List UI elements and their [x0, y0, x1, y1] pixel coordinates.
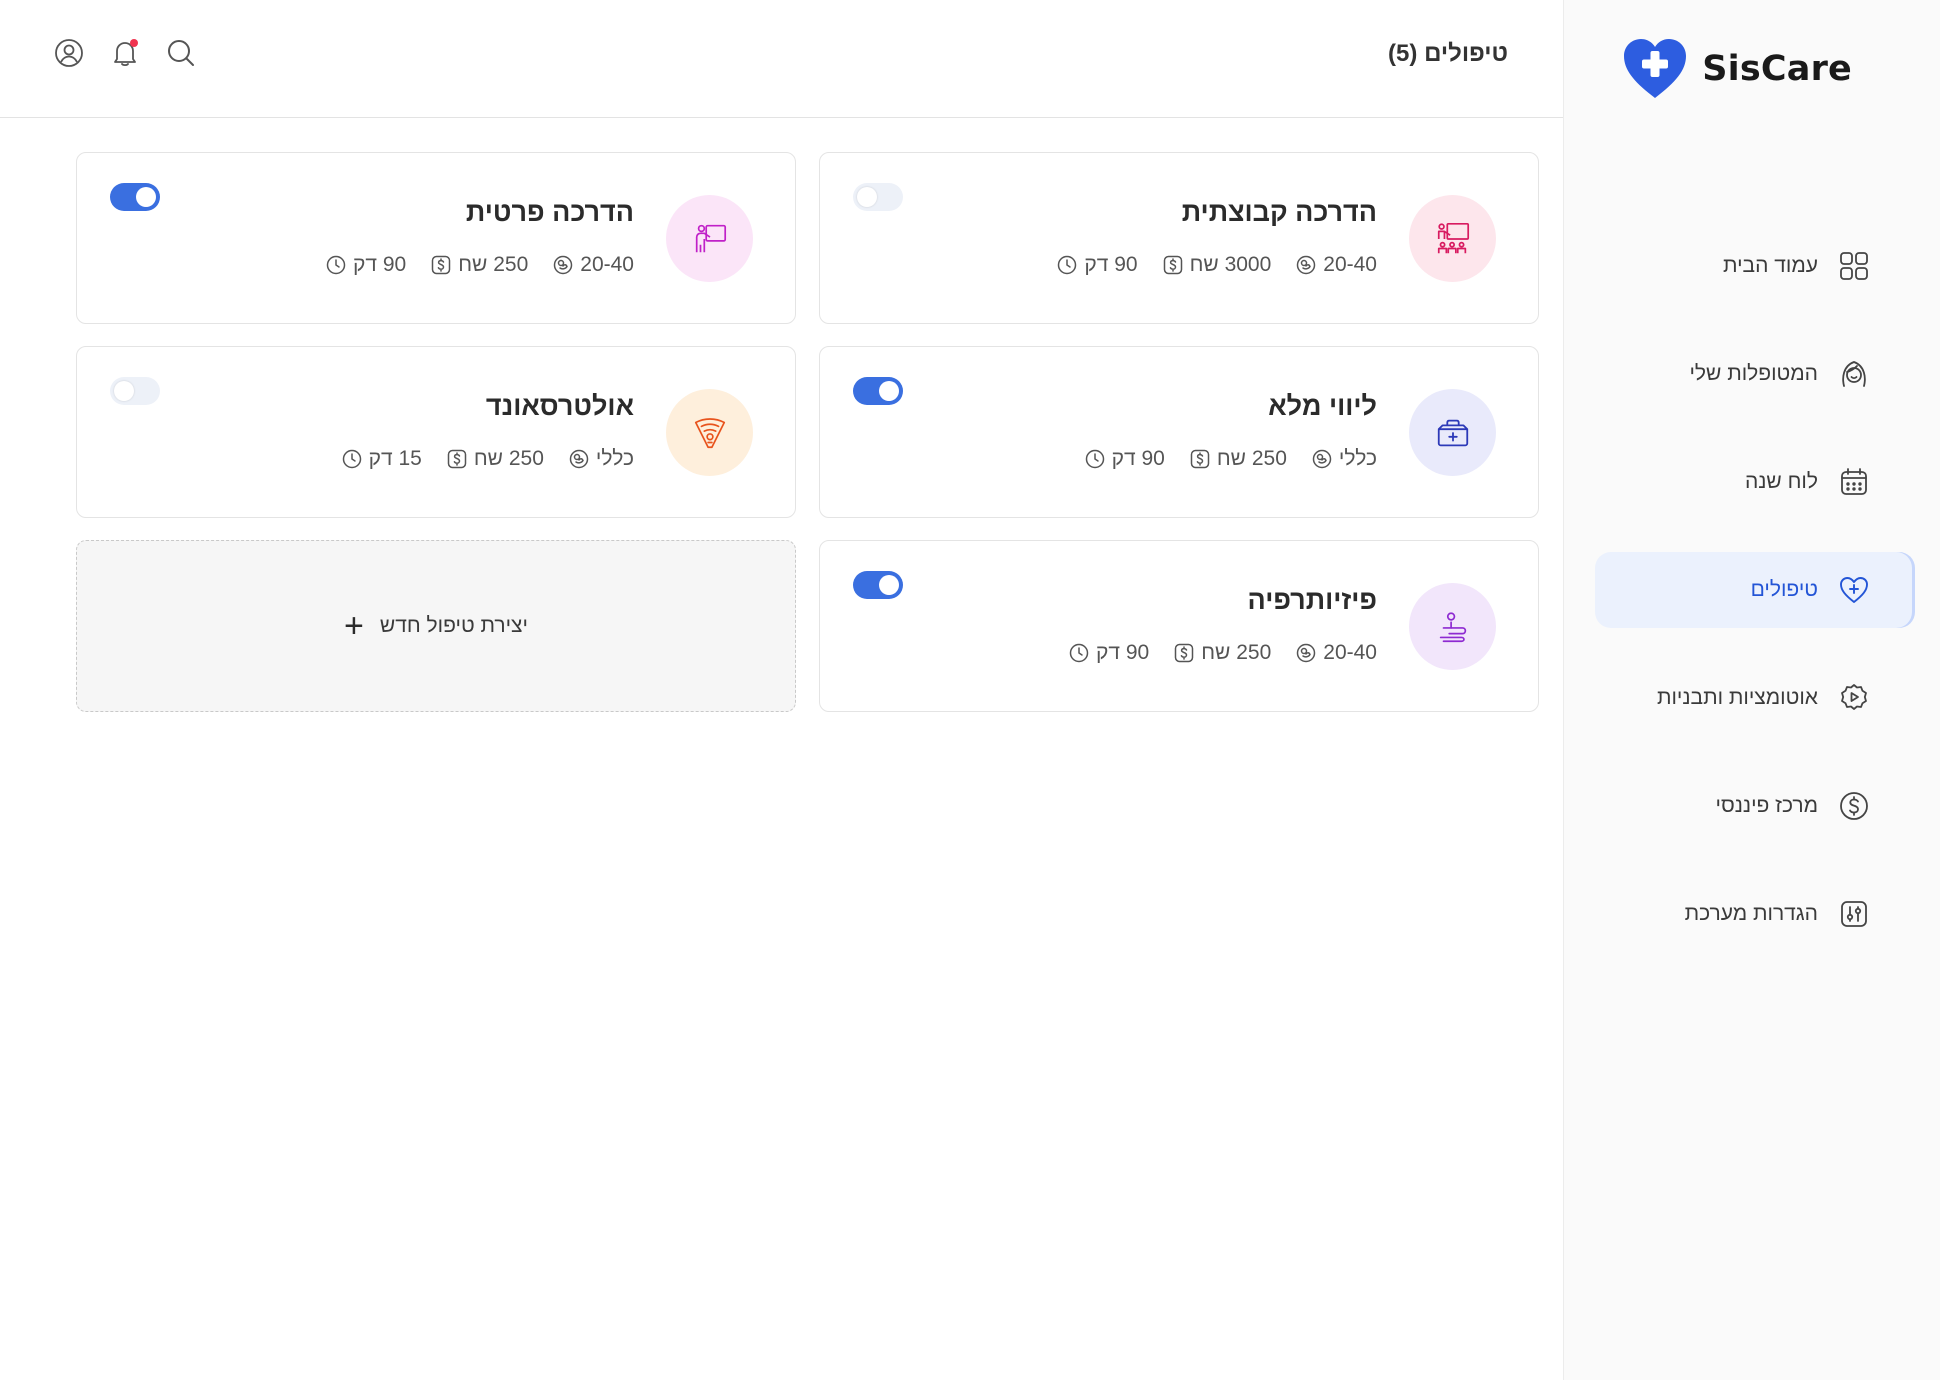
baby-icon	[1297, 255, 1316, 275]
price: 250 שח	[1173, 641, 1271, 665]
dollar-square-icon	[447, 449, 467, 469]
treatment-toggle[interactable]	[853, 377, 903, 405]
create-treatment-button[interactable]: + יצירת טיפול חדש	[76, 540, 796, 712]
search-button[interactable]	[164, 36, 198, 70]
pregnancy-week: 20-40	[1295, 253, 1377, 277]
clock-icon	[1069, 643, 1089, 663]
sidebar-item-label: עמוד הבית	[1723, 254, 1818, 277]
treatment-meta: 90 דק 3000 שח 20-40	[1056, 253, 1377, 277]
sidebar-item-patients[interactable]: המטופלות שלי	[1595, 336, 1912, 412]
treatment-card-ultrasound[interactable]: אולטרסאונד 15 דק 250 שח כללי	[76, 346, 796, 518]
treatment-icon-badge	[1409, 389, 1496, 476]
sidebar-item-label: המטופלות שלי	[1689, 362, 1818, 385]
notifications-button[interactable]	[108, 36, 142, 70]
treatment-toggle[interactable]	[853, 183, 903, 211]
treatment-title: ליווי מלא	[1268, 391, 1377, 421]
treatment-meta: 90 דק 250 שח כללי	[1084, 447, 1377, 471]
sidebar-item-label: הגדרות מערכת	[1684, 902, 1818, 925]
dollar-square-icon	[1174, 643, 1194, 663]
app-root: SisCare עמוד הבית המטופלות שלי לוח שנה ט…	[0, 0, 1940, 1380]
sidebar-item-label: מרכז פיננסי	[1715, 794, 1819, 817]
notification-dot	[130, 39, 138, 47]
medical-kit-icon	[1437, 419, 1468, 446]
treatment-title: הדרכה פרטית	[465, 197, 634, 227]
dollar-circle-icon	[1840, 792, 1868, 820]
sidebar-item-settings[interactable]: הגדרות מערכת	[1595, 876, 1912, 952]
treatment-meta: 15 דק 250 שח כללי	[341, 447, 634, 471]
baby-icon	[569, 449, 589, 469]
sidebar-item-home[interactable]: עמוד הבית	[1595, 228, 1912, 304]
sidebar-nav: עמוד הבית המטופלות שלי לוח שנה טיפולים א…	[1563, 228, 1940, 984]
pregnancy-week: 20-40	[552, 253, 634, 277]
sidebar-item-treatments[interactable]: טיפולים	[1595, 552, 1912, 628]
treatment-icon-badge	[666, 195, 753, 282]
plus-icon: +	[344, 607, 364, 645]
settings-sliders-icon	[1841, 901, 1867, 927]
treatment-toggle[interactable]	[110, 183, 160, 211]
sidebar-item-automations[interactable]: אוטומציות ותבניות	[1595, 660, 1912, 736]
duration: 90 דק	[1068, 641, 1149, 665]
treatment-meta: 90 דק 250 שח 20-40	[1068, 641, 1377, 665]
clock-icon	[326, 255, 346, 275]
treatment-toggle[interactable]	[110, 377, 160, 405]
treatment-card-group-training[interactable]: הדרכה קבוצתית 90 דק 3000 שח 20-40	[819, 152, 1539, 324]
automation-icon	[1841, 684, 1867, 710]
sidebar-item-label: אוטומציות ותבניות	[1656, 686, 1818, 709]
app-name: SisCare	[1702, 49, 1852, 89]
duration: 90 דק	[325, 253, 406, 277]
treatment-title: פיזיותרפיה	[1247, 585, 1378, 615]
duration: 90 דק	[1084, 447, 1165, 471]
treatment-card-private-training[interactable]: הדרכה פרטית 90 דק 250 שח 20-40	[76, 152, 796, 324]
baby-icon	[554, 255, 573, 275]
baby-icon	[1297, 643, 1316, 663]
physiotherapy-icon	[1439, 611, 1466, 642]
price: 250 שח	[446, 447, 544, 471]
treatment-meta: 90 דק 250 שח 20-40	[325, 253, 634, 277]
sidebar-item-calendar[interactable]: לוח שנה	[1595, 444, 1912, 520]
patient-face-icon	[1842, 361, 1866, 387]
ultrasound-icon	[694, 417, 725, 448]
treatment-title: הדרכה קבוצתית	[1181, 197, 1377, 227]
pregnancy-week: 20-40	[1295, 641, 1377, 665]
pregnancy-week: כללי	[1311, 447, 1377, 471]
treatment-icon-badge	[666, 389, 753, 476]
sidebar-item-finance[interactable]: מרכז פיננסי	[1595, 768, 1912, 844]
heart-plus-icon	[1840, 577, 1868, 603]
dollar-square-icon	[431, 255, 451, 275]
private-training-icon	[695, 224, 726, 252]
baby-icon	[1312, 449, 1332, 469]
treatment-title: אולטרסאונד	[485, 391, 634, 421]
duration: 15 דק	[341, 447, 422, 471]
price: 250 שח	[1189, 447, 1287, 471]
search-icon	[168, 40, 194, 66]
sidebar: SisCare עמוד הבית המטופלות שלי לוח שנה ט…	[1563, 0, 1940, 1380]
dollar-square-icon	[1163, 255, 1182, 275]
dollar-square-icon	[1190, 449, 1210, 469]
heart-logo-icon	[1624, 39, 1687, 98]
price: 250 שח	[430, 253, 528, 277]
page-title: טיפולים (5)	[1388, 40, 1508, 67]
top-bar: טיפולים (5)	[0, 0, 1563, 118]
create-treatment-label: יצירת טיפול חדש	[379, 614, 528, 637]
pregnancy-week: כללי	[568, 447, 634, 471]
duration: 90 דק	[1056, 253, 1138, 277]
sidebar-item-label: טיפולים	[1750, 578, 1818, 601]
sidebar-item-label: לוח שנה	[1744, 470, 1818, 493]
treatment-icon-badge	[1409, 583, 1496, 670]
treatment-card-full-accompaniment[interactable]: ליווי מלא 90 דק 250 שח כללי	[819, 346, 1539, 518]
logo[interactable]: SisCare	[1622, 38, 1852, 100]
user-circle-icon	[55, 39, 83, 67]
clock-icon	[1085, 449, 1104, 469]
top-icons	[52, 36, 198, 70]
clock-icon	[1058, 255, 1077, 275]
treatment-icon-badge	[1409, 195, 1496, 282]
calendar-icon	[1841, 468, 1867, 495]
treatment-card-physiotherapy[interactable]: פיזיותרפיה 90 דק 250 שח 20-40	[819, 540, 1539, 712]
profile-button[interactable]	[52, 36, 86, 70]
price: 3000 שח	[1162, 253, 1271, 277]
treatment-toggle[interactable]	[853, 571, 903, 599]
home-grid-icon	[1840, 252, 1868, 280]
group-training-icon	[1437, 222, 1469, 253]
clock-icon	[342, 449, 361, 469]
